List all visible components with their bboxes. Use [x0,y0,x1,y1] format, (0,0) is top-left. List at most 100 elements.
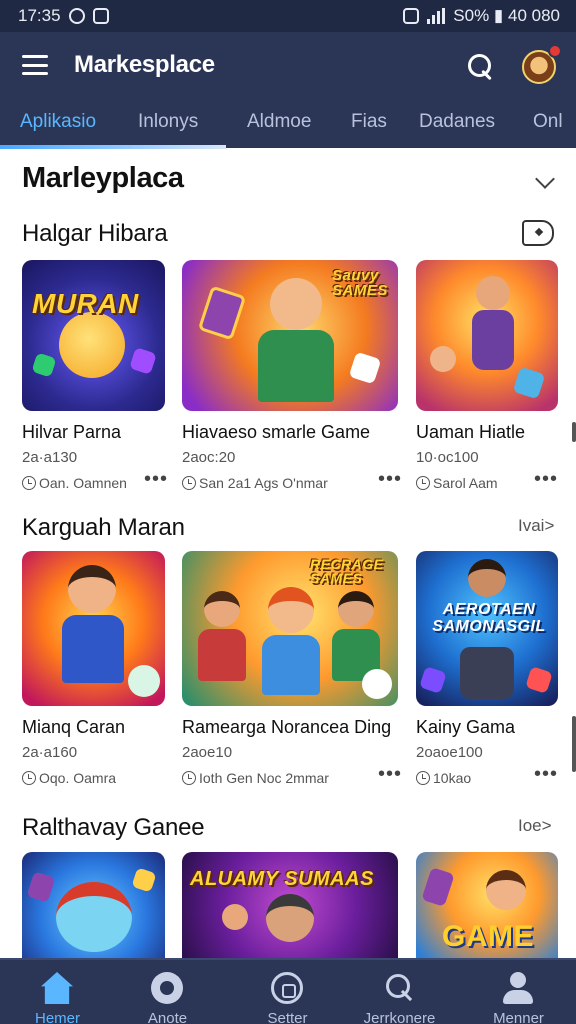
app-subtitle: San 2a1 Ags O'nmar [182,475,328,491]
nav-label: Jerrkonere [363,1010,436,1024]
character-face-icon [476,276,510,310]
character-face-icon [338,591,374,627]
tag-icon[interactable] [522,220,554,246]
app-name: Hiavaeso smarle Game [182,422,371,442]
tab-aldmoe[interactable]: Aldmoe [247,98,311,148]
app-subtitle: Sarol Aam [416,475,498,491]
app-thumbnail [416,260,558,411]
character-face-icon [268,587,314,633]
tab-inlonys[interactable]: Inlonys [138,98,198,148]
app-thumbnail: MURAN [22,260,165,411]
nav-profile[interactable]: Menner [461,960,576,1024]
search-icon[interactable] [466,52,496,82]
store-icon [271,972,303,1004]
more-options-icon[interactable]: ••• [378,763,402,786]
nav-home[interactable]: Hemer [0,960,115,1024]
user-icon [502,972,534,1004]
fist-icon [222,904,248,930]
clock-icon [182,771,196,785]
gem-icon [31,352,57,378]
clock-icon [22,771,36,785]
app-name: Ramearga Norancea Ding [182,717,392,737]
gamepad-icon [197,285,247,341]
app-thumbnail: GAME [416,852,558,958]
thumbnail-banner: Sauvy SAMES [332,267,388,299]
status-bar: 17:35 S0% ▮ 40 080 [0,0,576,32]
character-body-icon [460,647,514,699]
menu-icon[interactable] [22,55,48,75]
home-icon [41,972,73,1004]
app-thumbnail: ALUAMY SUMAAS [182,852,398,958]
app-subtitle: Oan. Oamnen [22,475,127,491]
character-face-icon [204,591,240,627]
nav-apps[interactable]: Anote [110,960,225,1024]
status-time: 17:35 [18,6,61,25]
see-more-link[interactable]: Ivai> [518,516,554,536]
thumbnail-banner: RECRAGE SAMES [310,556,384,586]
nav-store[interactable]: Setter [230,960,345,1024]
app-subtitle: Oqo. Oamra [22,770,116,786]
app-meta: 2a·a160 [22,744,78,761]
nav-label: Anote [147,1010,188,1024]
mascot-icon [56,882,132,952]
app-meta: 2aoe10 [182,744,233,761]
notification-icon [68,8,85,24]
clock-icon [416,771,430,785]
nav-label: Menner [493,1010,544,1024]
more-options-icon[interactable]: ••• [534,763,558,786]
character-body-icon [262,635,320,695]
clock-icon [182,476,196,490]
character-face-icon [468,559,506,597]
app-thumbnail [22,852,165,958]
app-subtitle: Ioth Gen Noc 2mmar [182,770,329,786]
nav-label: Setter [267,1010,308,1024]
app-thumbnail: RECRAGE SAMES [182,551,398,706]
gem-icon [525,666,553,694]
app-title: Markesplace [74,51,215,78]
search-icon [383,972,415,1004]
see-more-link[interactable]: Ioe> [518,816,552,836]
app-meta: 10·oc100 [416,449,479,466]
tab-dadanes[interactable]: Dadanes [419,98,495,148]
nav-search[interactable]: Jerrkonere [342,960,457,1024]
more-options-icon[interactable]: ••• [378,468,402,491]
gem-icon [129,347,157,375]
vibrate-icon [403,8,420,24]
chevron-down-icon[interactable] [535,169,555,189]
thumbnail-banner: AEROTAEN SAMONASGIL [432,601,546,635]
gamepad-icon [421,867,455,907]
clock-icon [416,476,430,490]
apps-icon [151,972,183,1004]
tab-fias[interactable]: Fias [351,98,387,148]
character-face-icon [68,565,116,613]
nav-label: Hemer [34,1010,80,1024]
tab-bar: Aplikasio Inlonys Aldmoe Fias Dadanes On… [0,98,576,148]
notification-badge [548,44,562,58]
more-options-icon[interactable]: ••• [144,468,168,491]
character-face-icon [270,278,322,330]
gem-icon [131,867,157,893]
character-body-icon [472,310,514,370]
app-subtitle: 10kao [416,770,471,786]
thumbnail-banner: ALUAMY SUMAAS [190,868,374,890]
clock-icon [22,476,36,490]
more-options-icon[interactable]: ••• [534,468,558,491]
character-body-icon [258,330,334,402]
app-thumbnail: AEROTAEN SAMONASGIL [416,551,558,706]
app-name: Hilvar Parna [22,422,122,442]
character-body-icon [198,629,246,681]
page-title: Marleyplaca [22,162,184,194]
status-right-text: S0% ▮ 40 080 [453,6,560,25]
character-face-icon [266,894,314,942]
emoji-face-icon [59,312,125,378]
next-card-peek [572,422,576,442]
tab-aplikasio[interactable]: Aplikasio [20,98,96,148]
app-meta: 2aoc:20 [182,449,236,466]
app-thumbnail: Sauvy SAMES [182,260,398,411]
section-title: Halgar Hibara [22,220,168,247]
app-thumbnail [22,551,165,706]
gem-icon [512,366,546,400]
thumbnail-banner: MURAN [32,288,139,319]
bottom-navigation: Hemer Anote Setter Jerrkonere Menner [0,958,576,1024]
tab-onl[interactable]: Onl [533,98,563,148]
